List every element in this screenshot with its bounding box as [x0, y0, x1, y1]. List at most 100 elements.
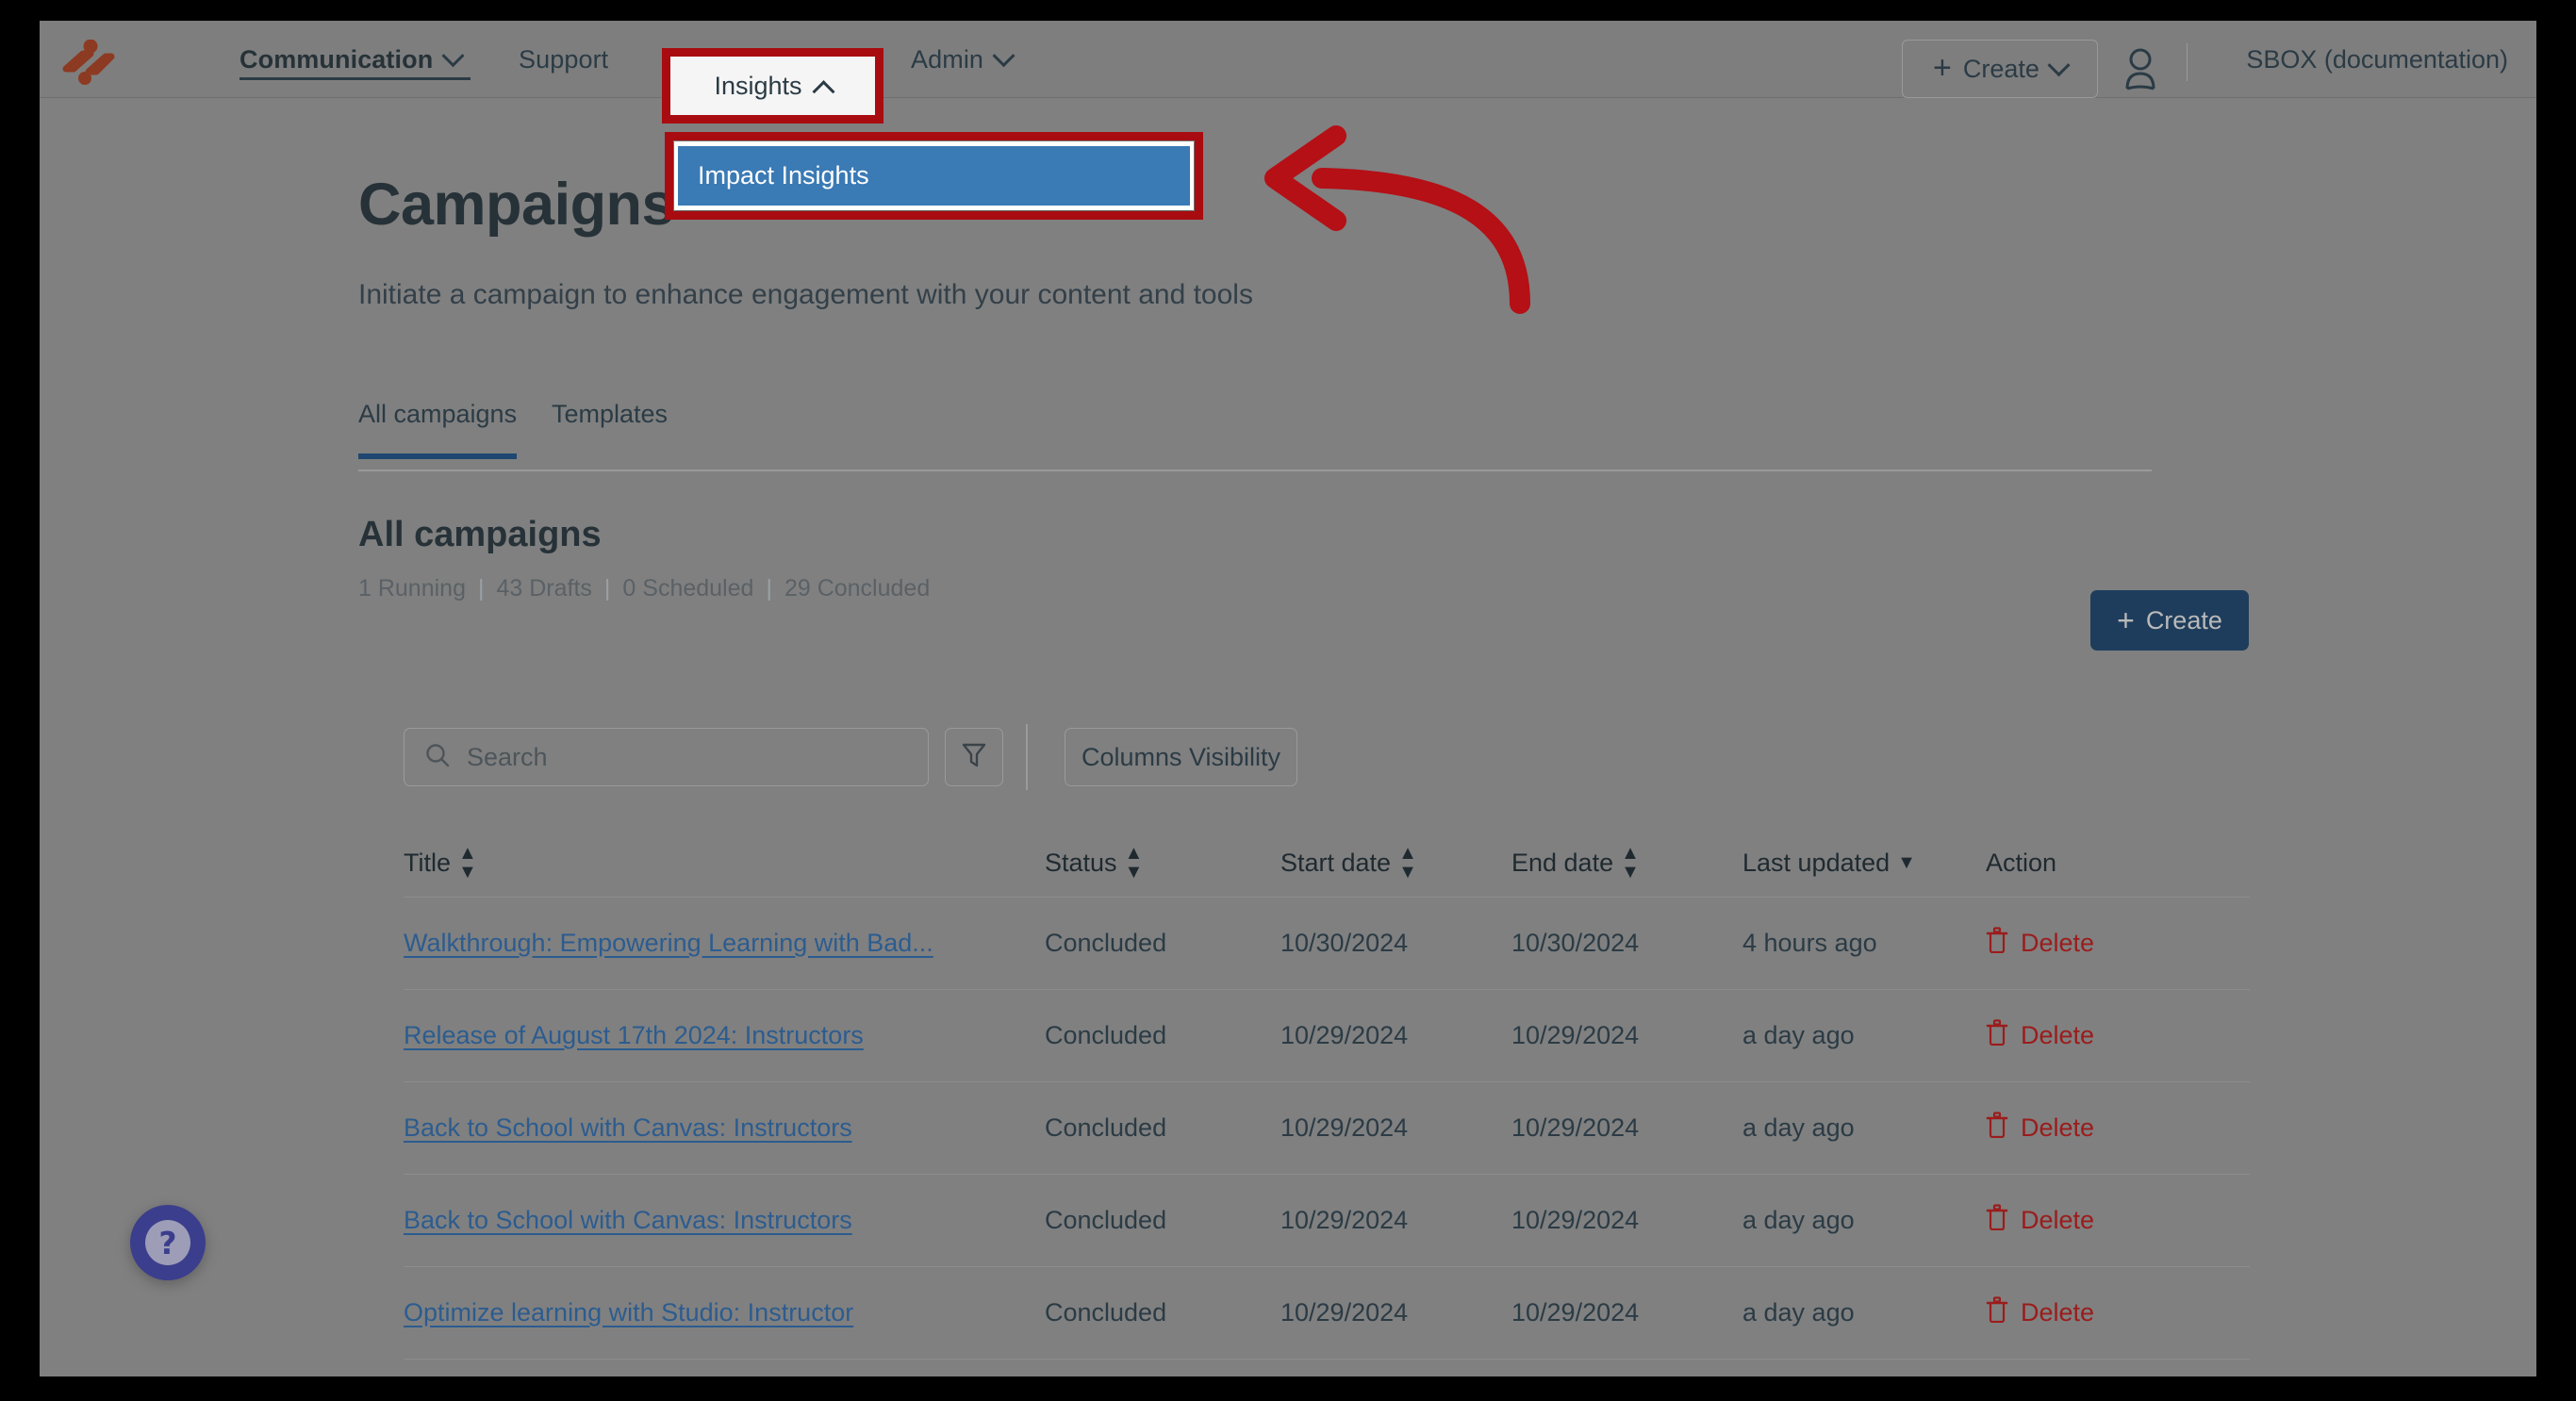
- nav-item-insights-wrapper: Insights: [670, 57, 875, 115]
- funnel-filter-icon: [960, 740, 988, 775]
- chevron-down-icon: [2047, 53, 2071, 76]
- nav-item-insights[interactable]: Insights: [670, 57, 875, 115]
- chevron-down-icon: [992, 43, 1016, 67]
- cell-title: Back to School with Canvas: Instructors: [404, 1206, 1045, 1235]
- filter-button[interactable]: [945, 728, 1003, 786]
- screen-frame: Communication Support Insights Admin + C…: [0, 0, 2576, 1401]
- sort-both-icon: ▲ ▼: [1398, 843, 1417, 882]
- nav-item-admin-label: Admin: [911, 44, 984, 74]
- nav-item-admin[interactable]: Admin: [911, 21, 1016, 98]
- column-header-action: Action: [1986, 849, 2212, 878]
- app-viewport: Communication Support Insights Admin + C…: [40, 21, 2536, 1376]
- user-avatar-icon[interactable]: [2122, 47, 2159, 91]
- campaign-status-counts: 1 Running | 43 Drafts | 0 Scheduled | 29…: [358, 575, 930, 602]
- column-header-title[interactable]: Title ▲ ▼: [404, 844, 1045, 882]
- topnav-create-label: Create: [1962, 54, 2039, 83]
- tab-templates[interactable]: Templates: [552, 400, 668, 453]
- nav-item-communication-label: Communication: [239, 44, 434, 74]
- campaign-title-link[interactable]: Optimize learning with Studio: Instructo…: [404, 1298, 853, 1327]
- cell-title: Release of August 17th 2024: Instructors: [404, 1021, 1045, 1050]
- cell-last-updated: 4 hours ago: [1742, 929, 1877, 957]
- help-button[interactable]: ?: [130, 1205, 206, 1280]
- delete-label: Delete: [2021, 1298, 2095, 1327]
- delete-button[interactable]: Delete: [1986, 1296, 2212, 1329]
- cell-title: Walkthrough: Empowering Learning with Ba…: [404, 929, 1045, 958]
- column-header-action-label: Action: [1986, 848, 2057, 877]
- count-separator: |: [477, 575, 485, 602]
- cell-start-date: 10/29/2024: [1280, 1113, 1409, 1142]
- trash-delete-icon: [1986, 1019, 2008, 1052]
- column-header-title-label: Title: [404, 848, 452, 877]
- nav-item-support-label: Support: [519, 44, 609, 74]
- nav-active-underline: [239, 77, 471, 80]
- question-mark-icon: ?: [145, 1220, 190, 1265]
- count-separator: |: [603, 575, 611, 602]
- page-subtitle: Initiate a campaign to enhance engagemen…: [358, 279, 1253, 310]
- delete-button[interactable]: Delete: [1986, 1112, 2212, 1145]
- menu-item-impact-insights-label: Impact Insights: [698, 161, 869, 190]
- count-separator: |: [766, 575, 772, 602]
- cell-end-date: 10/29/2024: [1511, 1021, 1640, 1049]
- delete-label: Delete: [2021, 929, 2095, 957]
- cell-last-updated: a day ago: [1742, 1298, 1855, 1327]
- nav-item-communication[interactable]: Communication: [239, 21, 465, 98]
- campaign-title-link[interactable]: Back to School with Canvas: Instructors: [404, 1206, 852, 1234]
- plus-icon: +: [1933, 50, 1952, 87]
- column-header-last-updated[interactable]: Last updated ▼: [1742, 849, 1986, 878]
- cell-end-date: 10/29/2024: [1511, 1113, 1640, 1142]
- top-navigation-bar: Communication Support Insights Admin + C…: [40, 21, 2536, 115]
- account-name-label: SBOX (documentation): [2246, 45, 2508, 74]
- table-header-row: Title ▲ ▼ Status ▲ ▼ Start date ▲ ▼ End dat…: [404, 829, 2250, 898]
- delete-label: Delete: [2021, 1113, 2095, 1142]
- impact-logo-icon[interactable]: [62, 39, 117, 85]
- column-header-start-date[interactable]: Start date ▲ ▼: [1280, 844, 1511, 882]
- search-input[interactable]: [467, 742, 863, 772]
- search-box[interactable]: [404, 728, 929, 786]
- campaign-title-link[interactable]: Back to School with Canvas: Instructors: [404, 1113, 852, 1142]
- cell-status: Concluded: [1045, 929, 1167, 957]
- cell-last-updated: a day ago: [1742, 1021, 1855, 1049]
- create-campaign-button[interactable]: + Create: [2090, 590, 2249, 651]
- cell-start-date: 10/30/2024: [1280, 929, 1409, 957]
- trash-delete-icon: [1986, 1296, 2008, 1329]
- topnav-create-button[interactable]: + Create: [1902, 40, 2098, 98]
- chevron-up-icon: [812, 79, 835, 103]
- sort-both-icon: ▲ ▼: [1621, 843, 1640, 882]
- cell-action: Delete: [1986, 1204, 2212, 1237]
- columns-visibility-button[interactable]: Columns Visibility: [1065, 728, 1297, 786]
- cell-last-updated: a day ago: [1742, 1206, 1855, 1234]
- column-header-start-date-label: Start date: [1280, 848, 1392, 877]
- table-row: Optimize learning with Studio: Instructo…: [404, 1267, 2250, 1360]
- plus-icon: +: [2117, 602, 2135, 637]
- delete-button[interactable]: Delete: [1986, 1204, 2212, 1237]
- tab-all-campaigns[interactable]: All campaigns: [358, 400, 518, 459]
- cell-end-date: 10/29/2024: [1511, 1206, 1640, 1234]
- sort-desc-icon: ▼: [1897, 852, 1916, 873]
- campaigns-table: Title ▲ ▼ Status ▲ ▼ Start date ▲ ▼ End dat…: [404, 829, 2250, 1376]
- table-row: Back to School with Canvas: Instructors …: [404, 1175, 2250, 1267]
- nav-item-support[interactable]: Support: [519, 21, 608, 98]
- delete-button[interactable]: Delete: [1986, 1019, 2212, 1052]
- cell-action: Delete: [1986, 927, 2212, 960]
- chevron-down-icon: [441, 43, 465, 67]
- nav-item-insights-label: Insights: [714, 71, 802, 100]
- campaign-title-link[interactable]: Release of August 17th 2024: Instructors: [404, 1021, 864, 1049]
- table-row: Back to School with Canvas: Instructors …: [404, 1082, 2250, 1175]
- sort-both-icon: ▲ ▼: [458, 843, 477, 882]
- cell-status: Concluded: [1045, 1298, 1167, 1327]
- column-header-end-date[interactable]: End date ▲ ▼: [1511, 844, 1742, 882]
- menu-item-impact-insights[interactable]: Impact Insights: [678, 146, 1190, 206]
- toolbar-divider: [1026, 724, 1028, 790]
- trash-delete-icon: [1986, 1204, 2008, 1237]
- campaign-title-link[interactable]: Walkthrough: Empowering Learning with Ba…: [404, 929, 933, 957]
- table-row: Walkthrough: Standard Based grading (Obs…: [404, 1360, 2250, 1376]
- cell-action: Delete: [1986, 1019, 2212, 1052]
- column-header-status[interactable]: Status ▲ ▼: [1045, 844, 1280, 882]
- table-row: Walkthrough: Empowering Learning with Ba…: [404, 898, 2250, 990]
- insights-dropdown-menu: Impact Insights: [674, 141, 1194, 210]
- tab-all-campaigns-label: All campaigns: [358, 400, 518, 428]
- delete-button[interactable]: Delete: [1986, 927, 2212, 960]
- cell-action: Delete: [1986, 1112, 2212, 1145]
- cell-action: Delete: [1986, 1296, 2212, 1329]
- count-scheduled: 0 Scheduled: [622, 575, 754, 602]
